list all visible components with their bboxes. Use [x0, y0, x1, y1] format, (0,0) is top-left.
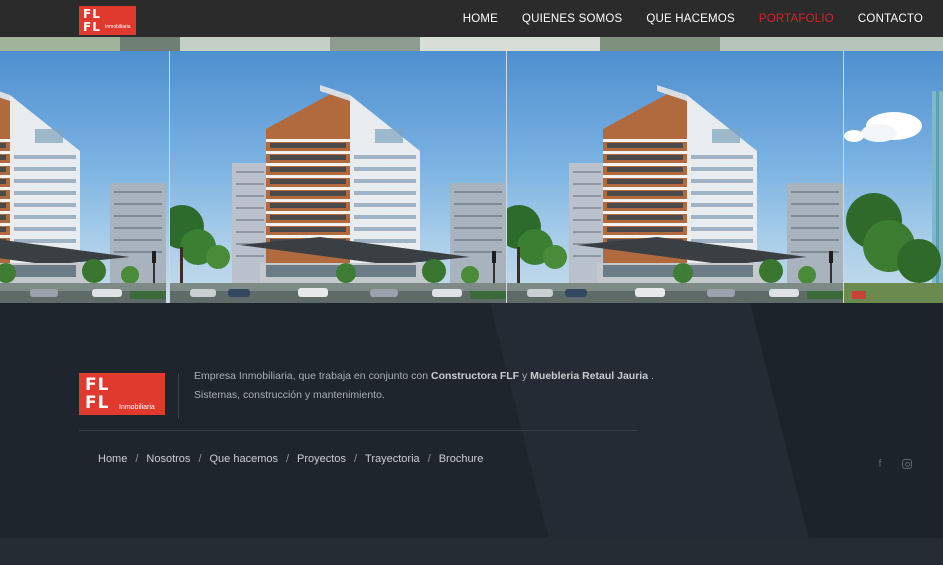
gallery-divider: [506, 51, 507, 303]
footer-link-home[interactable]: Home: [98, 453, 127, 465]
footer-link-nosotros[interactable]: Nosotros: [146, 453, 190, 465]
link-separator: /: [135, 453, 139, 465]
link-separator: /: [198, 453, 202, 465]
nav-portafolio[interactable]: PORTAFOLIO: [759, 13, 834, 25]
footer-horizontal-divider: [79, 430, 637, 431]
portfolio-gallery: [0, 51, 943, 303]
footer-vertical-divider: [178, 373, 179, 419]
nav-home[interactable]: HOME: [463, 13, 498, 25]
footer-links: Home / Nosotros / Que hacemos / Proyecto…: [98, 453, 483, 465]
nav-que-hacemos[interactable]: QUE HACEMOS: [646, 13, 734, 25]
footer-link-brochure[interactable]: Brochure: [439, 453, 484, 465]
strip-thumb[interactable]: [120, 37, 180, 51]
strip-thumb[interactable]: [0, 37, 120, 51]
company-description: Empresa Inmobiliaria, que trabaja en con…: [194, 370, 654, 401]
link-separator: /: [285, 453, 290, 465]
footer-logo[interactable]: FL FL Inmobiliaria: [79, 373, 165, 415]
nav-quienes-somos[interactable]: QUIENES SOMOS: [522, 13, 622, 25]
gallery-image[interactable]: [0, 51, 169, 303]
gallery-image[interactable]: [507, 51, 843, 303]
gallery-image[interactable]: [170, 51, 506, 303]
nav-contacto[interactable]: CONTACTO: [858, 13, 923, 25]
main-nav: HOME QUIENES SOMOS QUE HACEMOS PORTAFOLI…: [463, 0, 923, 37]
gallery-image[interactable]: [844, 51, 943, 303]
thumbnail-strip: [0, 37, 943, 51]
link-separator: /: [427, 453, 431, 465]
footer-link-trayectoria[interactable]: Trayectoria: [365, 453, 420, 465]
footer-link-que-hacemos[interactable]: Que hacemos: [210, 453, 278, 465]
strip-thumb[interactable]: [600, 37, 720, 51]
strip-thumb[interactable]: [720, 37, 943, 51]
footer-link-proyectos[interactable]: Proyectos: [297, 453, 346, 465]
facebook-icon[interactable]: f: [874, 458, 886, 470]
link-separator: /: [353, 453, 358, 465]
strip-thumb[interactable]: [180, 37, 330, 51]
strip-thumb[interactable]: [330, 37, 420, 51]
top-navbar: FL FL Inmobiliaria HOME QUIENES SOMOS QU…: [0, 0, 943, 37]
gallery-divider: [843, 51, 844, 303]
footer: FL FL Inmobiliaria Empresa Inmobiliaria,…: [0, 303, 943, 538]
bottom-bar: [0, 538, 943, 565]
page: FL FL Inmobiliaria HOME QUIENES SOMOS QU…: [0, 0, 943, 565]
gallery-divider: [169, 51, 170, 303]
instagram-icon[interactable]: [901, 458, 913, 470]
strip-thumb[interactable]: [420, 37, 600, 51]
header-logo[interactable]: FL FL Inmobiliaria: [79, 6, 136, 35]
